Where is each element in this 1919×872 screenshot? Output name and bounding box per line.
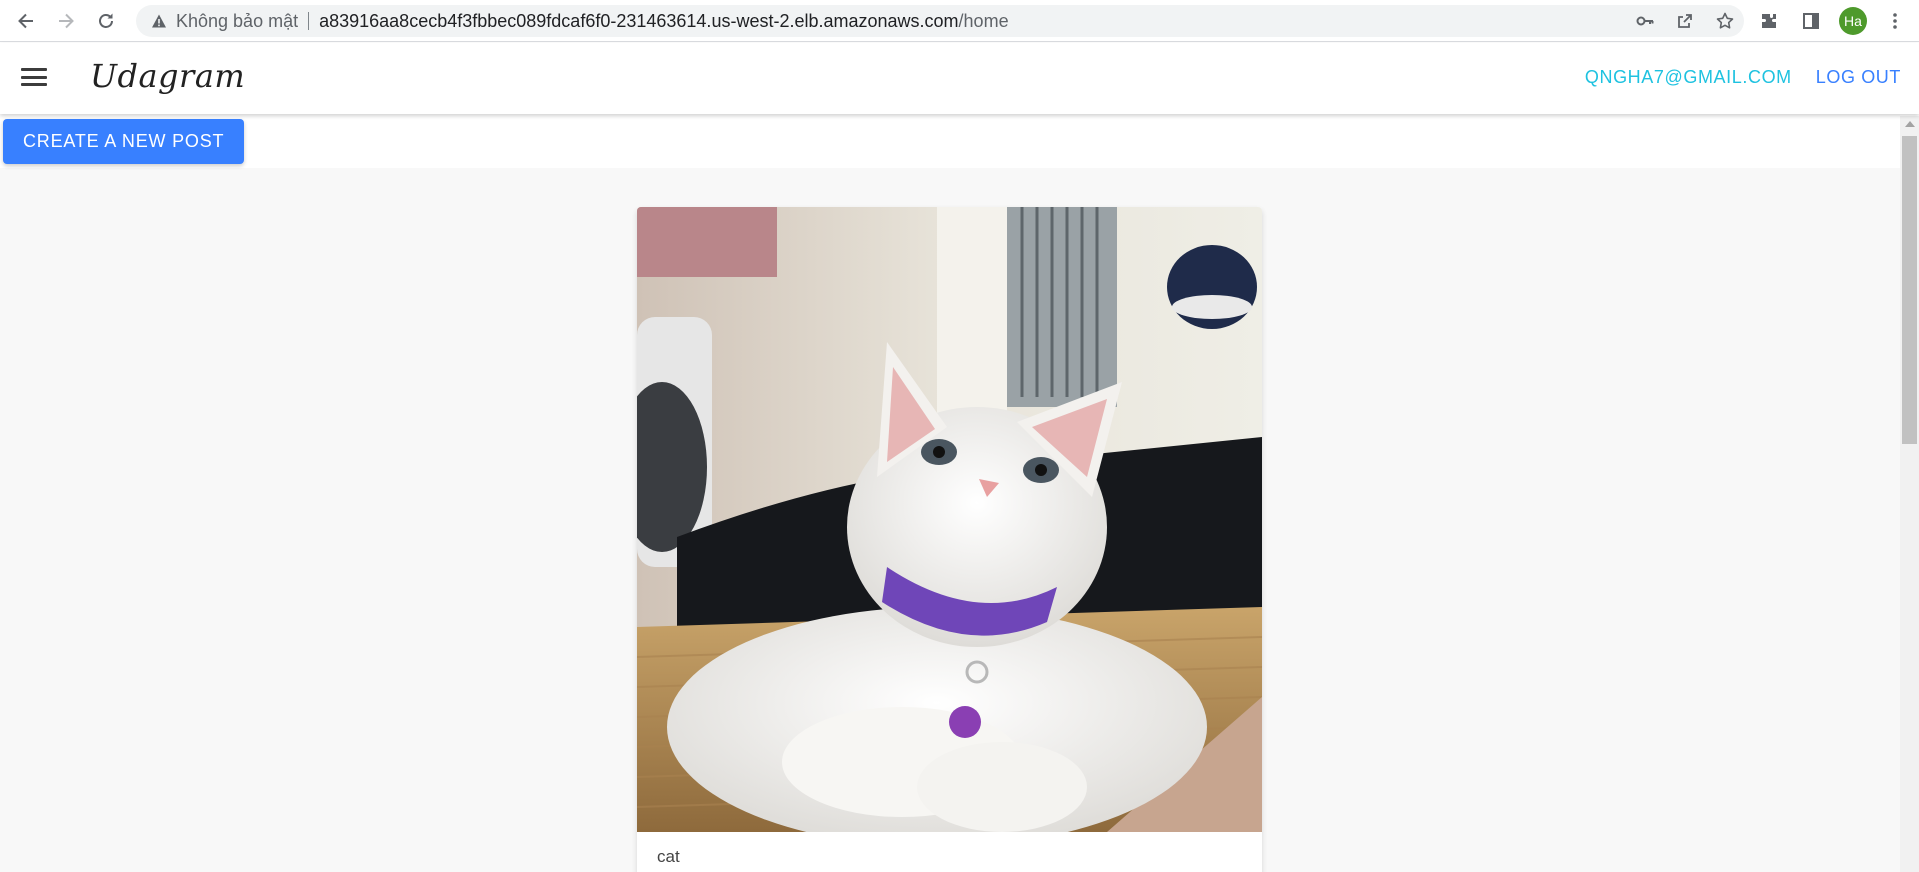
security-label[interactable]: Không bảo mật xyxy=(176,11,298,32)
browser-toolbar: Không bảo mật a83916aa8cecb4f3fbbec089fd… xyxy=(0,0,1919,42)
page-scrollbar[interactable] xyxy=(1900,116,1919,872)
create-post-button[interactable]: CREATE A NEW POST xyxy=(3,119,245,164)
post-caption: cat xyxy=(657,847,680,866)
forward-icon[interactable] xyxy=(46,1,86,41)
address-bar-actions xyxy=(1634,5,1736,37)
star-icon[interactable] xyxy=(1714,10,1736,32)
logout-button[interactable]: LOG OUT xyxy=(1816,67,1901,88)
key-icon[interactable] xyxy=(1634,10,1656,32)
app-header: Udagram QNGHA7@GMAIL.COM LOG OUT xyxy=(0,43,1919,114)
url-path[interactable]: /home xyxy=(959,11,1009,32)
reload-icon[interactable] xyxy=(86,1,126,41)
menu-icon[interactable] xyxy=(20,65,48,89)
profile-avatar[interactable]: Ha xyxy=(1839,7,1867,35)
url-host[interactable]: a83916aa8cecb4f3fbbec089fdcaf6f0-2314636… xyxy=(319,11,958,32)
brand-title[interactable]: Udagram xyxy=(90,57,245,95)
user-email-button[interactable]: QNGHA7@GMAIL.COM xyxy=(1585,67,1792,88)
scrollbar-thumb[interactable] xyxy=(1902,136,1917,444)
back-icon[interactable] xyxy=(6,1,46,41)
browser-actions: Ha xyxy=(1755,0,1919,42)
more-icon[interactable] xyxy=(1881,7,1909,35)
main-content: CREATE A NEW POST cat xyxy=(0,116,1900,872)
share-icon[interactable] xyxy=(1674,10,1696,32)
warning-icon[interactable] xyxy=(150,12,168,30)
extensions-icon[interactable] xyxy=(1755,7,1783,35)
post-image xyxy=(637,207,1262,832)
header-nav: QNGHA7@GMAIL.COM LOG OUT xyxy=(1585,67,1901,88)
address-separator xyxy=(308,12,310,30)
toolbar: CREATE A NEW POST xyxy=(0,116,1900,168)
scroll-up-icon[interactable] xyxy=(1905,121,1915,127)
avatar[interactable]: Ha xyxy=(1839,7,1867,35)
post-card: cat xyxy=(637,207,1262,872)
side-panel-icon[interactable] xyxy=(1797,7,1825,35)
address-bar[interactable]: Không bảo mật a83916aa8cecb4f3fbbec089fd… xyxy=(136,5,1744,37)
